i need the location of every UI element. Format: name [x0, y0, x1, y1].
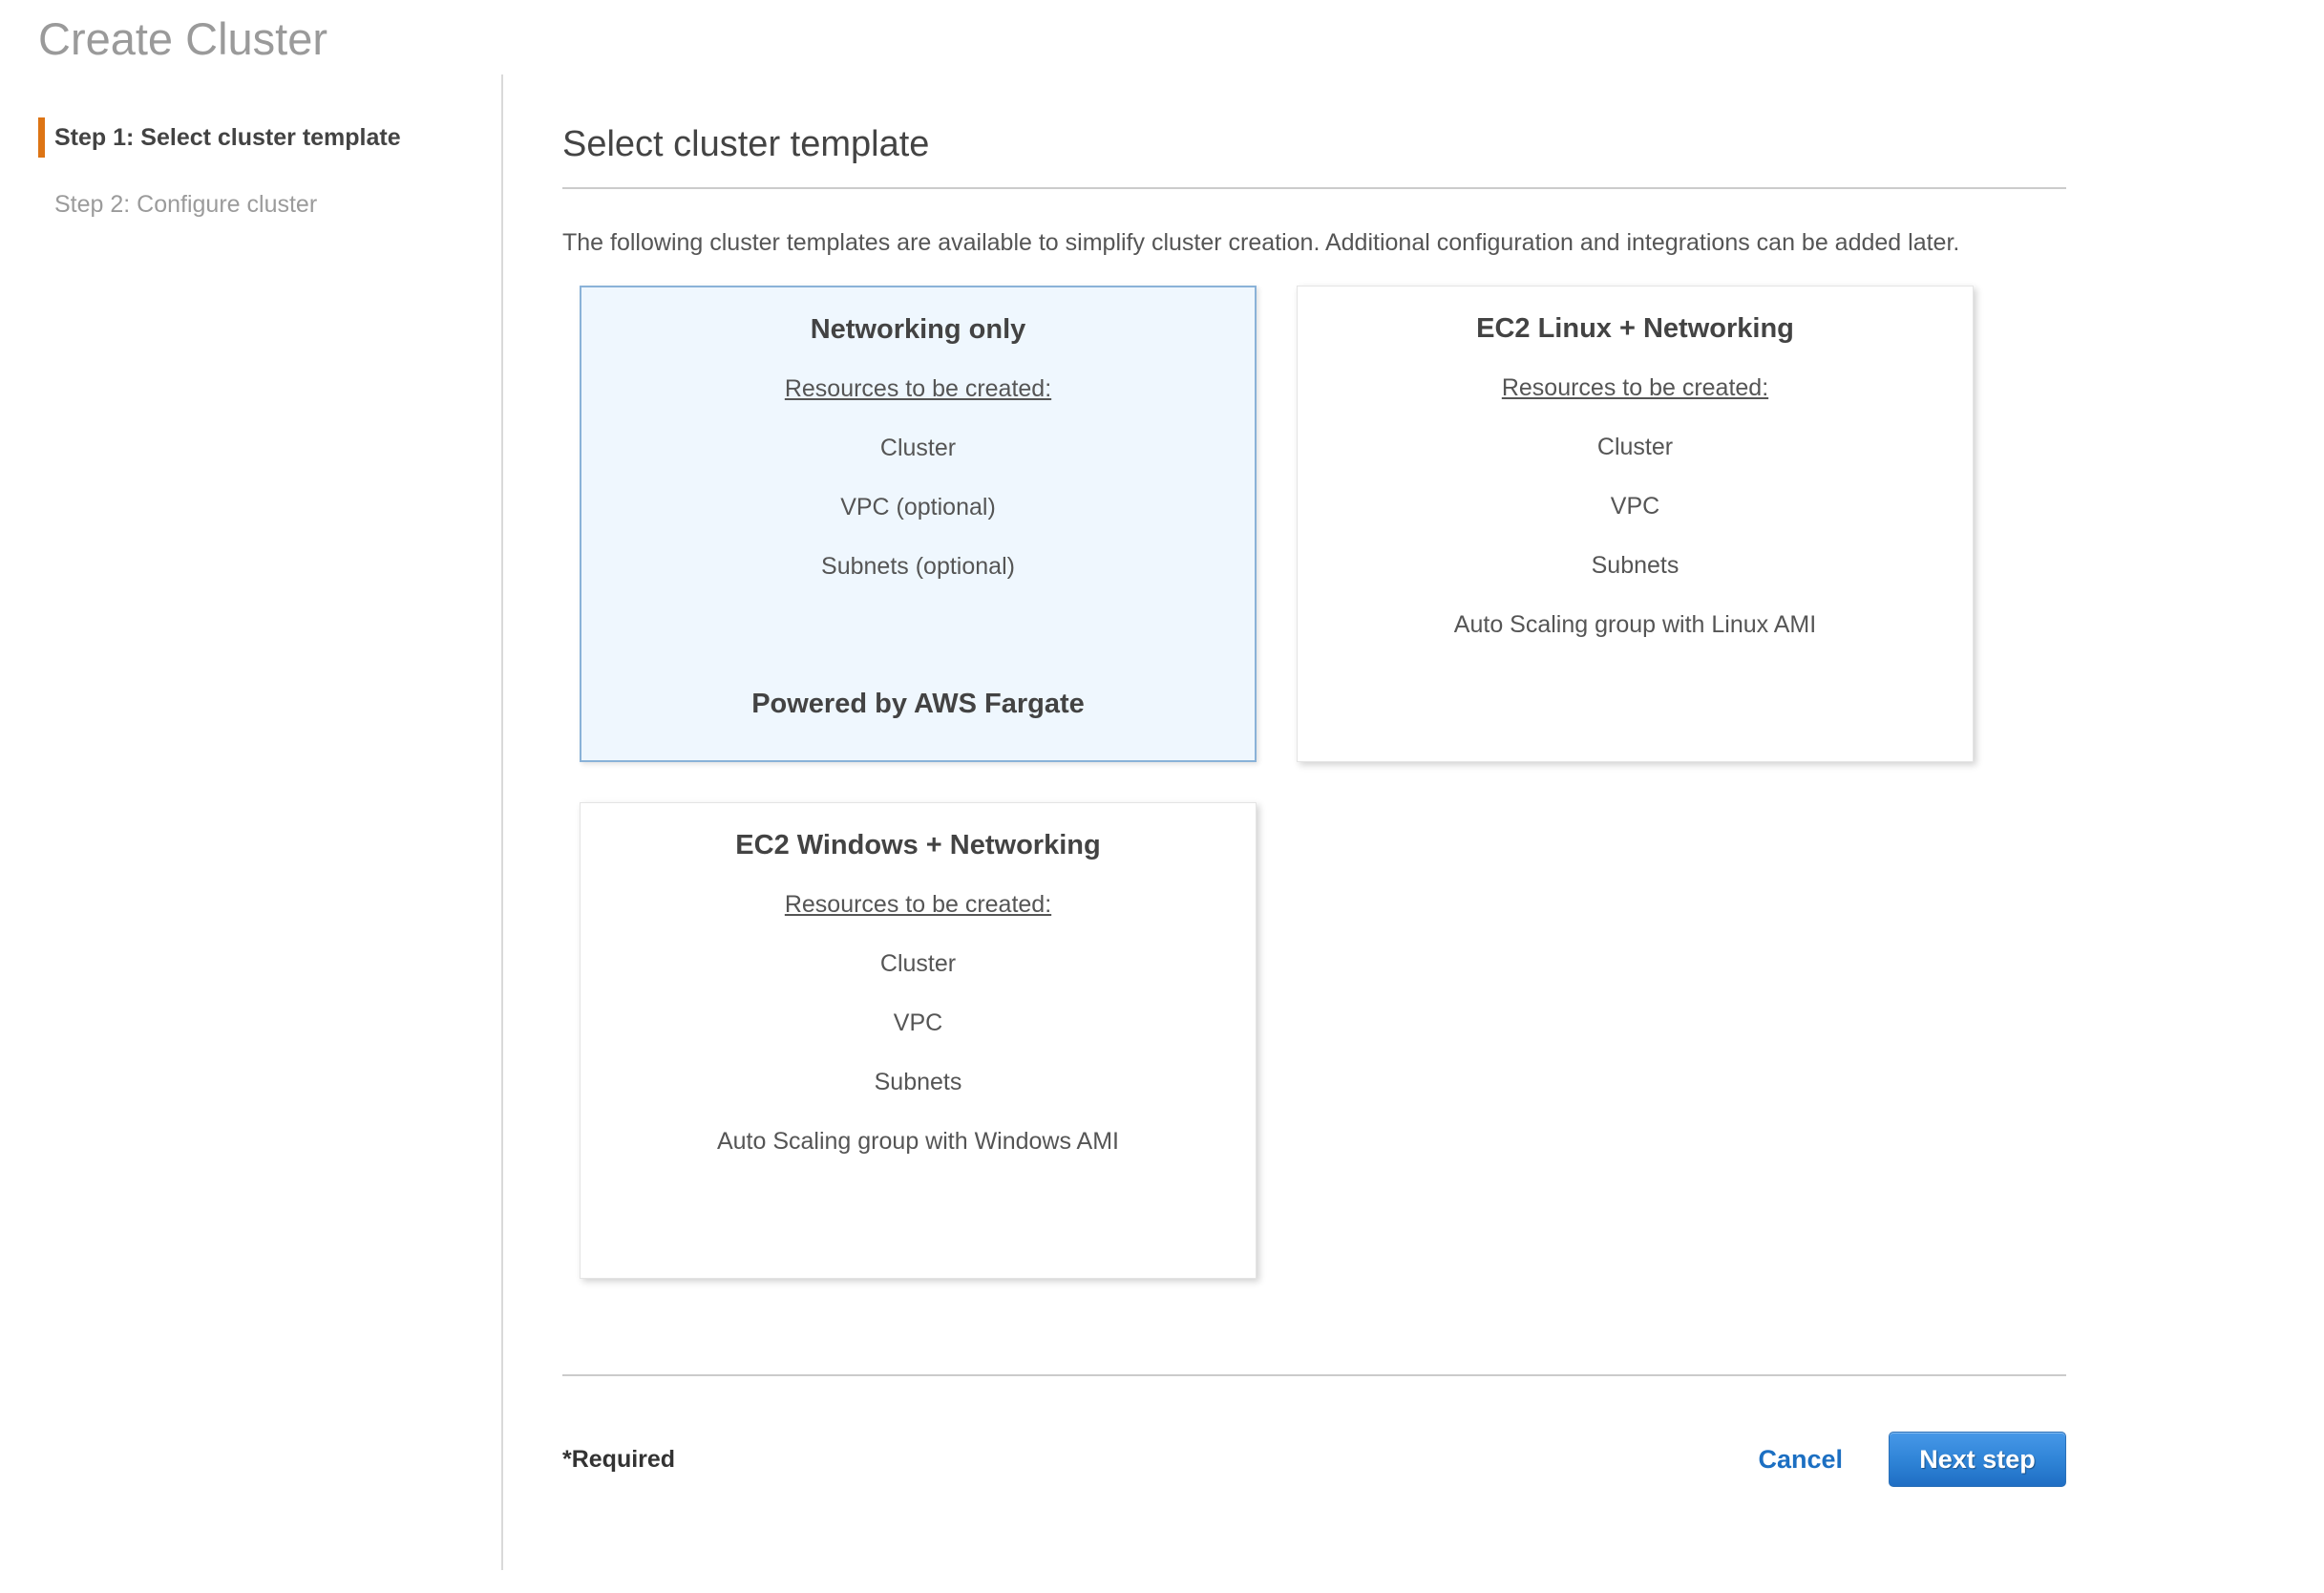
template-card-networking-only[interactable]: Networking only Resources to be created:… — [580, 286, 1257, 762]
card-resource: Auto Scaling group with Windows AMI — [717, 1127, 1119, 1156]
template-card-ec2-windows-networking[interactable]: EC2 Windows + Networking Resources to be… — [580, 802, 1257, 1279]
wizard-layout: Step 1: Select cluster template Step 2: … — [38, 74, 2324, 1570]
card-resource: Cluster — [880, 434, 956, 462]
wizard-steps-sidebar: Step 1: Select cluster template Step 2: … — [38, 74, 501, 1570]
create-cluster-page: Create Cluster Step 1: Select cluster te… — [0, 11, 2324, 1570]
card-resource: Cluster — [880, 949, 956, 978]
action-bar: *Required Cancel Next step — [562, 1432, 2066, 1487]
card-subtitle: Resources to be created: — [785, 374, 1051, 403]
card-resource: VPC (optional) — [840, 493, 996, 521]
card-fargate-note: Powered by AWS Fargate — [751, 688, 1085, 720]
main-content: Select cluster template The following cl… — [503, 74, 2066, 1570]
sidebar-step-2[interactable]: Step 2: Configure cluster — [45, 184, 501, 224]
card-resource: VPC — [894, 1009, 942, 1037]
sidebar-step-1[interactable]: Step 1: Select cluster template — [38, 117, 501, 158]
card-subtitle: Resources to be created: — [1502, 373, 1768, 402]
card-resource: Cluster — [1597, 433, 1673, 461]
card-resource: Subnets — [875, 1068, 962, 1096]
next-step-button[interactable]: Next step — [1889, 1432, 2066, 1487]
template-cards-grid: Networking only Resources to be created:… — [580, 286, 1974, 1279]
card-resource: VPC — [1611, 492, 1659, 520]
required-note: *Required — [562, 1446, 675, 1474]
card-title: Networking only — [811, 313, 1026, 346]
page-title: Create Cluster — [38, 11, 2324, 67]
card-resource: Subnets (optional) — [821, 552, 1015, 581]
card-resource: Auto Scaling group with Linux AMI — [1454, 610, 1816, 639]
footer-divider — [562, 1374, 2066, 1376]
card-subtitle: Resources to be created: — [785, 890, 1051, 919]
heading-divider — [562, 187, 2066, 189]
card-resource: Subnets — [1592, 551, 1680, 580]
cancel-link[interactable]: Cancel — [1758, 1445, 1843, 1475]
card-title: EC2 Linux + Networking — [1476, 312, 1794, 345]
template-description: The following cluster templates are avai… — [562, 222, 2066, 265]
card-title: EC2 Windows + Networking — [735, 829, 1100, 861]
section-heading: Select cluster template — [562, 122, 2066, 166]
template-card-ec2-linux-networking[interactable]: EC2 Linux + Networking Resources to be c… — [1297, 286, 1974, 762]
